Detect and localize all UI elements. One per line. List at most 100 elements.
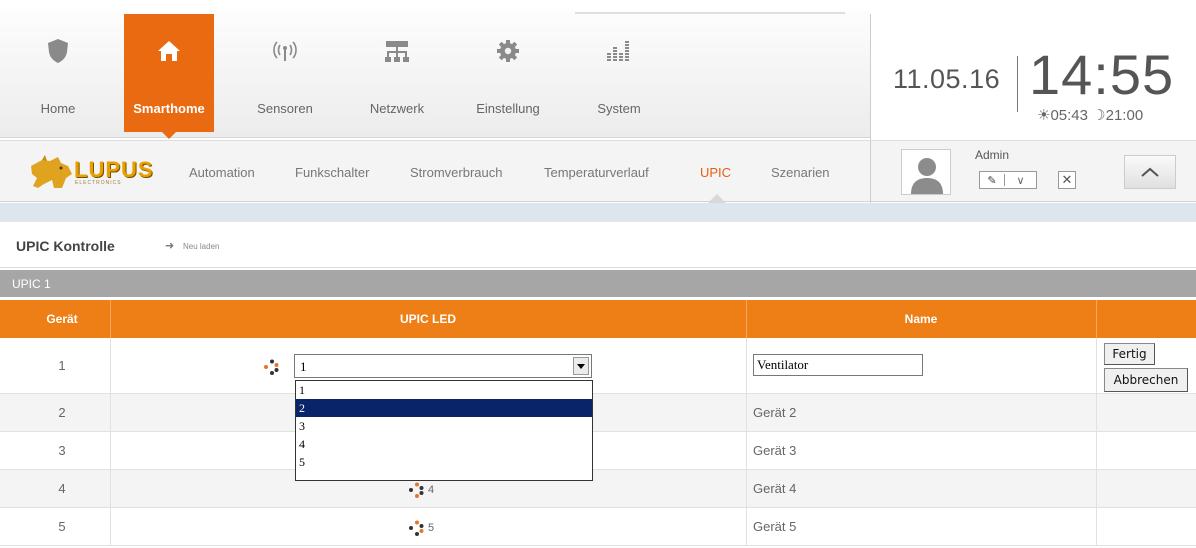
subnav-funkschalter[interactable]: Funkschalter: [295, 165, 369, 180]
shield-icon: [13, 36, 103, 66]
divider: [746, 338, 747, 394]
table-row: 4 4 Gerät 4: [0, 470, 1196, 508]
upic-led-options: 1 2 3 4 5: [295, 380, 593, 481]
active-tab-marker: [708, 194, 726, 203]
avatar[interactable]: [901, 149, 951, 195]
device-name: Gerät 2: [753, 405, 797, 420]
divider: [746, 432, 747, 470]
collapse-button[interactable]: [1124, 155, 1176, 189]
clock-date: 11.05.16: [893, 64, 1001, 94]
column-header-upic-led: UPIC LED: [399, 312, 456, 326]
nav-item-netzwerk[interactable]: Netzwerk: [352, 14, 442, 132]
dropdown-arrow-icon[interactable]: [573, 357, 589, 375]
save-button[interactable]: Fertig: [1104, 343, 1155, 365]
led-dots-icon: [409, 520, 424, 536]
dropdown-option[interactable]: 5: [296, 453, 592, 471]
upic-led-indicator: 5: [408, 519, 434, 537]
row-number: 1: [58, 358, 66, 373]
divider: [746, 394, 747, 432]
panel-header: UPIC Kontrolle ➜ Neu laden: [0, 222, 1196, 268]
section-header: UPIC 1: [0, 270, 1196, 297]
divider: [746, 508, 747, 546]
clock-time: 14:55: [1029, 43, 1175, 106]
user-icon: [911, 158, 943, 194]
clock-panel: 11.05.16 14:55 ☀05:43 ☽21:00: [870, 14, 1196, 140]
divider: [110, 338, 111, 394]
subnav-temperaturverlauf[interactable]: Temperaturverlauf: [544, 165, 649, 180]
chevron-up-icon: [1141, 167, 1159, 177]
nav-item-label: Netzwerk: [369, 101, 425, 116]
nav-item-label: Home: [40, 101, 76, 116]
clock-separator: [1017, 56, 1018, 112]
lynx-icon: [31, 155, 72, 188]
divider: [1096, 508, 1097, 546]
divider: [1096, 338, 1097, 394]
page-title: UPIC Kontrolle: [16, 238, 115, 254]
nav-item-einstellung[interactable]: Einstellung: [463, 14, 553, 132]
device-name: Gerät 3: [753, 443, 797, 458]
select-value: 1: [300, 359, 307, 374]
moon-icon: ☽: [1092, 107, 1106, 124]
row-number: 5: [58, 519, 66, 534]
network-icon: [352, 36, 442, 66]
device-name: Gerät 5: [753, 519, 797, 534]
sunrise-icon: ☀: [1037, 107, 1051, 124]
upic-led-indicator: 4: [408, 481, 434, 499]
subnav-upic[interactable]: UPIC: [700, 165, 731, 180]
equalizer-icon: [574, 36, 664, 66]
sunset-time: 21:00: [1105, 107, 1144, 124]
device-name: Gerät 4: [753, 481, 797, 496]
upic-led-select[interactable]: 1: [294, 354, 592, 378]
pencil-icon[interactable]: ✎: [980, 174, 1004, 187]
led-dots-icon: [409, 482, 424, 498]
table-row: 5 5 Gerät 5: [0, 508, 1196, 546]
dropdown-option-highlighted[interactable]: 2: [296, 399, 592, 417]
lupus-logo: LUPUS ELECTRONICS: [28, 154, 163, 190]
led-dots-icon: [264, 359, 279, 375]
divider: [1096, 470, 1097, 508]
arrow-right-icon: ➜: [165, 240, 175, 252]
nav-item-label: Smarthome: [133, 101, 205, 116]
antenna-icon: [240, 36, 330, 66]
sunrise-time: 05:43: [1050, 107, 1088, 124]
divider: [1096, 432, 1097, 470]
nav-item-sensoren[interactable]: Sensoren: [240, 14, 330, 132]
dropdown-option[interactable]: 3: [296, 417, 592, 435]
gear-icon: [463, 36, 553, 66]
cancel-button[interactable]: Abbrechen: [1104, 368, 1188, 392]
divider: [110, 470, 111, 508]
close-icon[interactable]: ✕: [1058, 171, 1076, 189]
table-row: 2 Gerät 2: [0, 394, 1196, 432]
divider: [110, 508, 111, 546]
section-title: UPIC 1: [12, 277, 51, 291]
dropdown-option[interactable]: 4: [296, 435, 592, 453]
device-name-input[interactable]: [753, 354, 923, 376]
column-header-geraet: Gerät: [46, 312, 78, 326]
nav-item-smarthome[interactable]: Smarthome: [124, 14, 214, 139]
sun-times: ☀05:43 ☽21:00: [1037, 106, 1143, 124]
row-number: 3: [58, 443, 66, 458]
divider: [746, 470, 747, 508]
content-spacer: [0, 203, 1196, 222]
divider: [110, 432, 111, 470]
nav-item-system[interactable]: System: [574, 14, 664, 132]
nav-item-label: Sensoren: [257, 101, 313, 116]
row-number: 4: [58, 481, 66, 496]
logo-tagline: ELECTRONICS: [75, 180, 122, 186]
dropdown-option[interactable]: 1: [296, 381, 592, 399]
divider: [1096, 300, 1097, 338]
chevron-down-icon[interactable]: ∨: [1005, 174, 1036, 187]
divider: [1096, 394, 1097, 432]
user-edit-control[interactable]: ✎ ∨: [979, 171, 1037, 189]
column-header-name: Name: [904, 312, 938, 326]
subnav-stromverbrauch[interactable]: Stromverbrauch: [410, 165, 502, 180]
led-value: 4: [428, 484, 435, 496]
table-row: 1: [0, 338, 1196, 394]
subnav-szenarien[interactable]: Szenarien: [771, 165, 830, 180]
led-value: 5: [428, 522, 435, 534]
subnav-automation[interactable]: Automation: [189, 165, 255, 180]
sub-navigation: LUPUS ELECTRONICS Automation Funkschalte…: [0, 140, 1196, 203]
nav-item-home[interactable]: Home: [13, 14, 103, 132]
reload-link[interactable]: Neu laden: [183, 242, 219, 251]
user-name: Admin: [975, 148, 1010, 162]
